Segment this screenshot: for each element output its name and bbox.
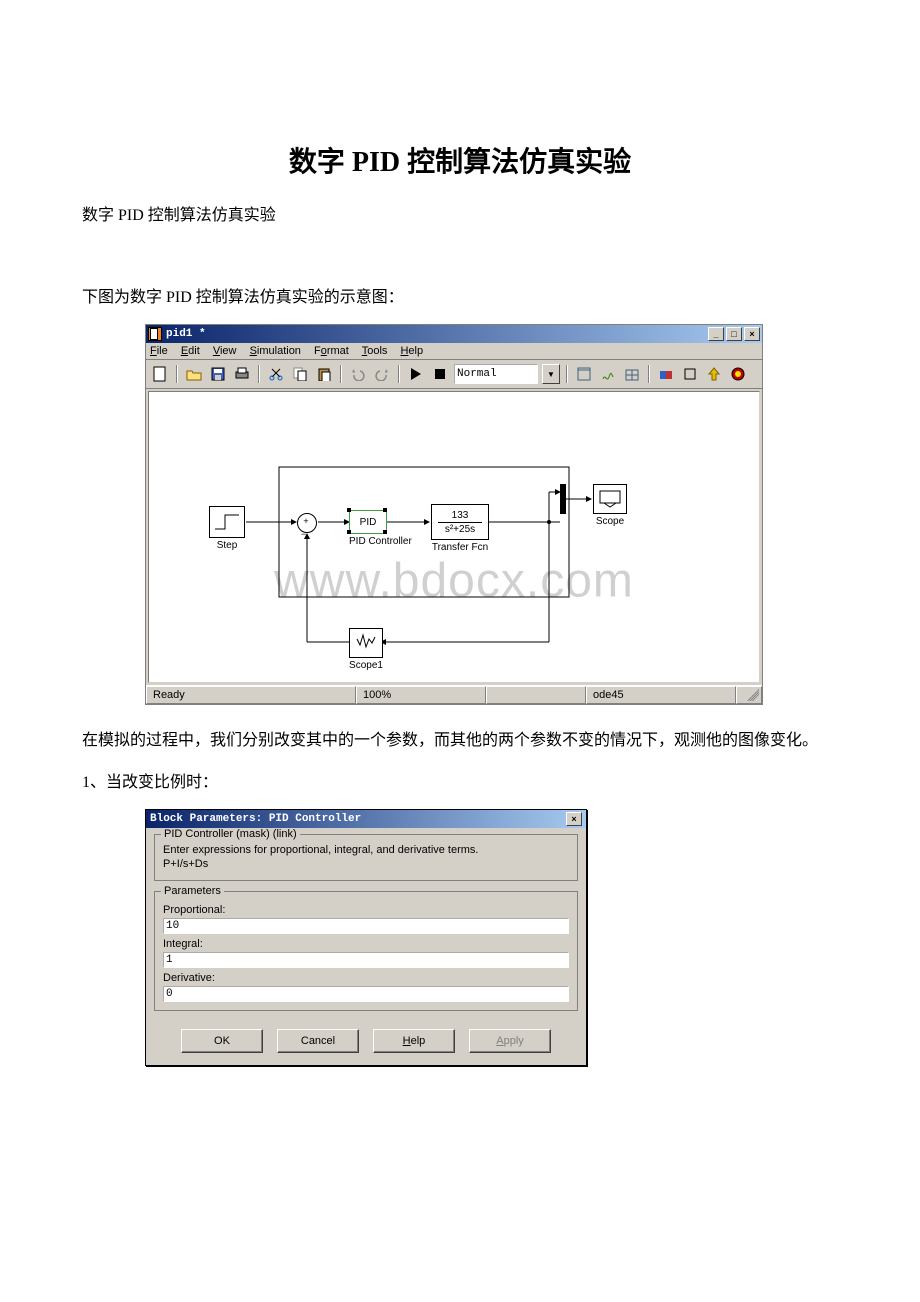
- save-icon[interactable]: [208, 364, 228, 384]
- run-icon[interactable]: [406, 364, 426, 384]
- group-parameters: Parameters Proportional: Integral: Deriv…: [154, 891, 578, 1011]
- status-blank: [486, 686, 586, 704]
- label-derivative: Derivative:: [163, 972, 569, 984]
- print-icon[interactable]: [232, 364, 252, 384]
- dialog-title: Block Parameters: PID Controller: [150, 813, 566, 825]
- block-tf-label: Transfer Fcn: [431, 542, 489, 553]
- group-params-legend: Parameters: [161, 885, 224, 897]
- status-grip: [736, 686, 762, 704]
- group-description: PID Controller (mask) (link) Enter expre…: [154, 834, 578, 881]
- toolbar-separator: [340, 365, 342, 383]
- ok-button[interactable]: OK: [181, 1029, 263, 1053]
- group-desc-legend: PID Controller (mask) (link): [161, 828, 300, 840]
- toolbar-separator: [258, 365, 260, 383]
- model-canvas[interactable]: www.bdocx.com: [148, 391, 760, 683]
- dialog-desc-2: P+I/s+Ds: [163, 857, 569, 871]
- menu-bar: File Edit View Simulation Format Tools H…: [146, 343, 762, 360]
- block-scope1-label: Scope1: [349, 660, 383, 671]
- menu-tools[interactable]: Tools: [362, 345, 388, 357]
- toolbar-separator: [398, 365, 400, 383]
- menu-simulation[interactable]: Simulation: [250, 345, 301, 357]
- menu-edit[interactable]: Edit: [181, 345, 200, 357]
- label-integral: Integral:: [163, 938, 569, 950]
- menu-view[interactable]: View: [213, 345, 237, 357]
- toolbar-separator: [176, 365, 178, 383]
- toolbar-separator: [648, 365, 650, 383]
- tool-icon-5[interactable]: [680, 364, 700, 384]
- block-scope-label: Scope: [593, 516, 627, 527]
- simulink-window: pid1 * _ □ × File Edit View Simulation F…: [145, 324, 763, 705]
- open-icon[interactable]: [184, 364, 204, 384]
- sim-mode-select[interactable]: Normal: [454, 364, 538, 384]
- stop-icon[interactable]: [430, 364, 450, 384]
- doc-item-1: 1、当改变比例时：: [50, 767, 870, 799]
- menu-format[interactable]: Format: [314, 345, 349, 357]
- label-proportional: Proportional:: [163, 904, 569, 916]
- block-pid[interactable]: PID: [349, 510, 387, 534]
- help-button[interactable]: Help: [373, 1029, 455, 1053]
- redo-icon[interactable]: [372, 364, 392, 384]
- status-zoom: 100%: [356, 686, 486, 704]
- paste-icon[interactable]: [314, 364, 334, 384]
- tf-denominator: s²+25s: [445, 524, 475, 535]
- apply-button[interactable]: Apply: [469, 1029, 551, 1053]
- block-pid-label: PID Controller: [349, 536, 412, 547]
- doc-subtitle: 数字 PID 控制算法仿真实验: [50, 200, 870, 232]
- dialog-desc-1: Enter expressions for proportional, inte…: [163, 843, 569, 857]
- input-proportional[interactable]: [163, 918, 569, 934]
- tf-numerator: 133: [452, 510, 469, 521]
- dialog-window: Block Parameters: PID Controller × PID C…: [145, 809, 587, 1066]
- maximize-button[interactable]: □: [726, 327, 742, 341]
- toolbar: Normal ▼: [146, 360, 762, 389]
- doc-para-after: 在模拟的过程中，我们分别改变其中的一个参数，而其他的两个参数不变的情况下，观测他…: [50, 725, 870, 757]
- menu-file[interactable]: File: [150, 345, 168, 357]
- new-icon[interactable]: [150, 364, 170, 384]
- tool-icon-6[interactable]: [704, 364, 724, 384]
- status-solver: ode45: [586, 686, 736, 704]
- undo-icon[interactable]: [348, 364, 368, 384]
- block-step-label: Step: [209, 540, 245, 551]
- dialog-titlebar: Block Parameters: PID Controller ×: [146, 810, 586, 828]
- sim-mode-dropdown-icon[interactable]: ▼: [542, 364, 560, 384]
- block-sum[interactable]: +: [297, 513, 317, 533]
- menu-help[interactable]: Help: [400, 345, 423, 357]
- block-step[interactable]: [209, 506, 245, 538]
- tool-icon-4[interactable]: [656, 364, 676, 384]
- input-derivative[interactable]: [163, 986, 569, 1002]
- minimize-button[interactable]: _: [708, 327, 724, 341]
- doc-caption: 下图为数字 PID 控制算法仿真实验的示意图：: [50, 282, 870, 314]
- copy-icon[interactable]: [290, 364, 310, 384]
- block-scope[interactable]: [593, 484, 627, 514]
- tool-icon-3[interactable]: [622, 364, 642, 384]
- cancel-button[interactable]: Cancel: [277, 1029, 359, 1053]
- simulink-titlebar: pid1 * _ □ ×: [146, 325, 762, 343]
- tool-icon-2[interactable]: [598, 364, 618, 384]
- tool-icon-1[interactable]: [574, 364, 594, 384]
- block-scope1[interactable]: [349, 628, 383, 658]
- status-bar: Ready 100% ode45: [146, 685, 762, 704]
- status-ready: Ready: [146, 686, 356, 704]
- dialog-close-button[interactable]: ×: [566, 812, 582, 826]
- page-title: 数字 PID 控制算法仿真实验: [50, 140, 870, 180]
- block-transfer-fcn[interactable]: 133 s²+25s: [431, 504, 489, 540]
- window-title: pid1 *: [166, 328, 708, 340]
- tool-icon-7[interactable]: [728, 364, 748, 384]
- cut-icon[interactable]: [266, 364, 286, 384]
- close-button[interactable]: ×: [744, 327, 760, 341]
- input-integral[interactable]: [163, 952, 569, 968]
- toolbar-separator: [566, 365, 568, 383]
- app-icon: [148, 327, 162, 341]
